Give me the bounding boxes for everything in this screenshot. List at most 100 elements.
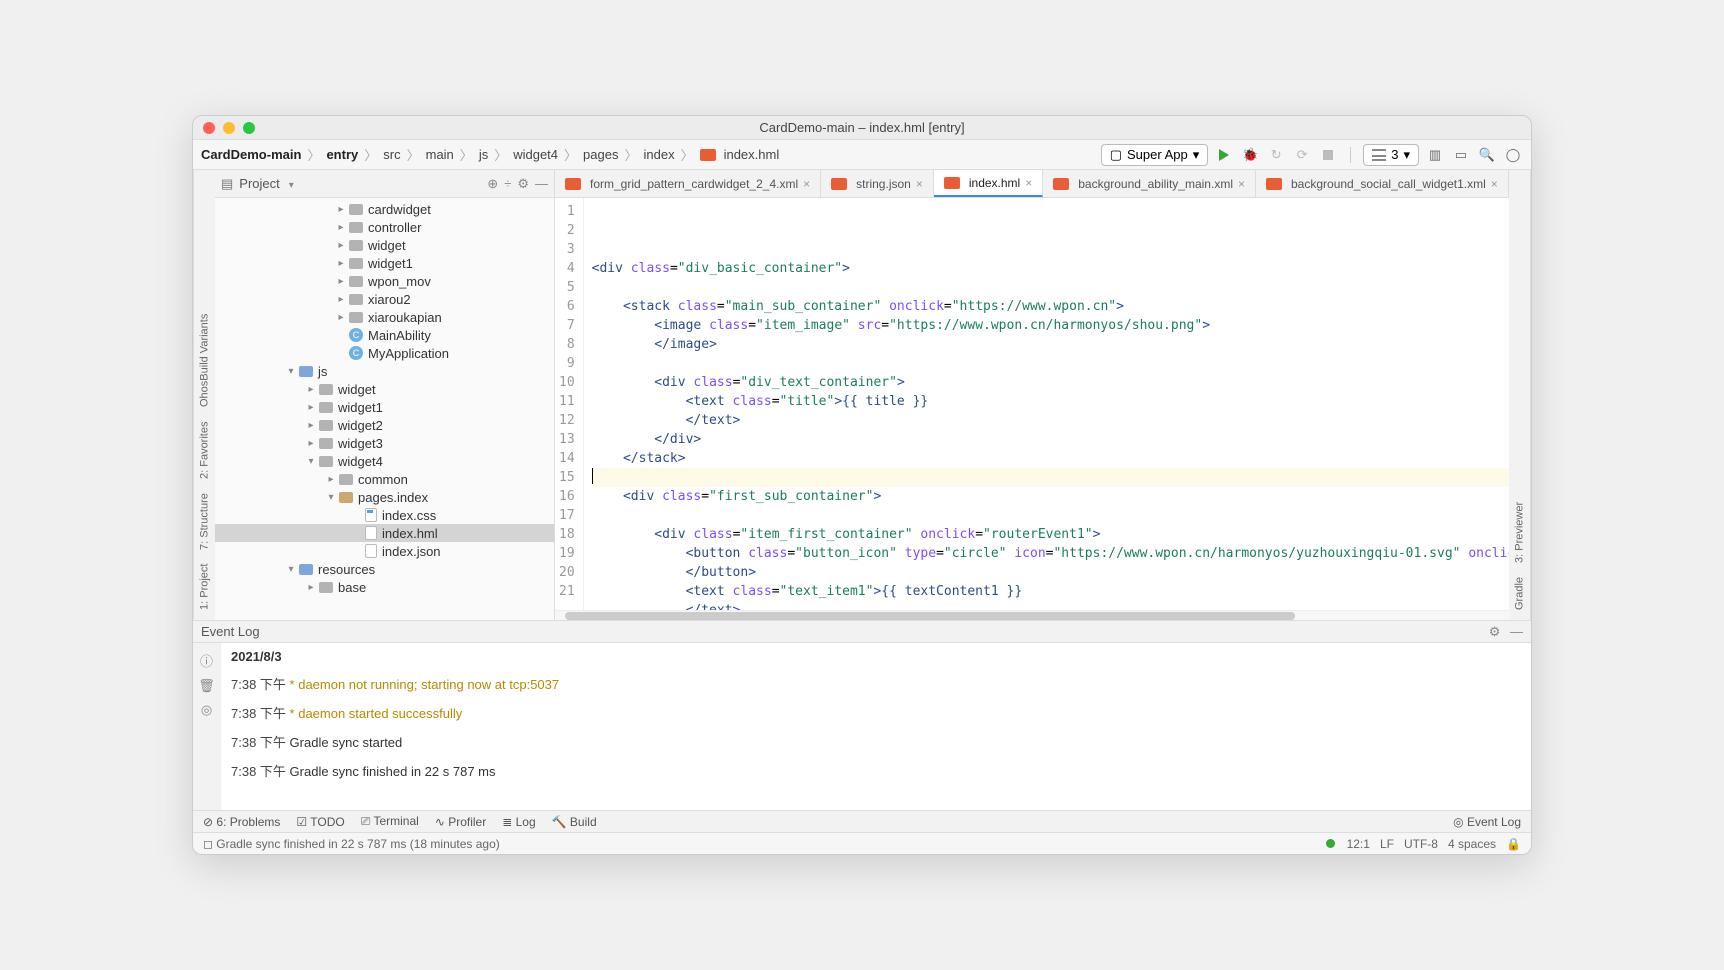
code-content[interactable]: ✔ <div class="div_basic_container"> <sta…: [584, 198, 1509, 610]
folder-icon[interactable]: ▥: [1425, 145, 1445, 165]
collapse-icon[interactable]: —: [535, 176, 548, 192]
code-line[interactable]: <div class="first_sub_container">: [592, 487, 1509, 506]
event-log-content[interactable]: 2021/8/37:38 下午 * daemon not running; st…: [221, 643, 1531, 810]
profile-button[interactable]: ⟳: [1292, 145, 1312, 165]
breadcrumb[interactable]: CardDemo-main〉entry〉src〉main〉js〉widget4〉…: [201, 145, 779, 164]
tree-item[interactable]: ▸controller: [215, 218, 554, 236]
tool-strip-left[interactable]: 1: Project7: Structure2: FavoritesOhosBu…: [193, 170, 215, 620]
bottom-tool-tab[interactable]: ⊘ 6: Problems: [203, 815, 280, 829]
expand-arrow-icon[interactable]: ▸: [335, 240, 347, 251]
event-log-tab[interactable]: ◎ Event Log: [1453, 815, 1521, 829]
tree-item[interactable]: ▸wpon_mov: [215, 272, 554, 290]
code-line[interactable]: </stack>: [592, 449, 1509, 468]
tool-strip-item[interactable]: 7: Structure: [199, 493, 211, 550]
expand-arrow-icon[interactable]: ▸: [305, 582, 317, 593]
editor-tab[interactable]: background_ability_main.xml×: [1043, 170, 1256, 197]
code-line[interactable]: <text class="title">{{ title }}: [592, 392, 1509, 411]
coverage-button[interactable]: ↻: [1266, 145, 1286, 165]
tree-item[interactable]: ▸CMyApplication: [215, 344, 554, 362]
code-line[interactable]: </button>: [592, 563, 1509, 582]
tree-item[interactable]: ▸widget2: [215, 416, 554, 434]
tree-item[interactable]: ▸widget1: [215, 254, 554, 272]
breadcrumb-item[interactable]: pages: [583, 147, 618, 162]
code-line[interactable]: <stack class="main_sub_container" onclic…: [592, 297, 1509, 316]
code-line[interactable]: <button class="button_icon" type="circle…: [592, 544, 1509, 563]
close-tab-icon[interactable]: ×: [1238, 177, 1245, 191]
code-line[interactable]: <text class="text_item1">{{ textContent1…: [592, 582, 1509, 601]
user-icon[interactable]: ◯: [1503, 145, 1523, 165]
editor-tab[interactable]: form_grid_pattern_cardwidget_2_4.xml×: [555, 170, 821, 197]
breadcrumb-item[interactable]: src: [383, 147, 400, 162]
tree-item[interactable]: ▸index.json: [215, 542, 554, 560]
info-icon[interactable]: ⓘ: [200, 651, 213, 670]
bottom-tool-tab[interactable]: ☑ TODO: [296, 815, 344, 829]
editor-tab[interactable]: index.hml×: [934, 170, 1043, 197]
expand-arrow-icon[interactable]: ▸: [335, 294, 347, 305]
bottom-tool-tab[interactable]: 🔨 Build: [552, 815, 597, 829]
close-tab-icon[interactable]: ×: [1025, 176, 1032, 190]
code-line[interactable]: </image>: [592, 335, 1509, 354]
tree-item[interactable]: ▸CMainAbility: [215, 326, 554, 344]
code-line[interactable]: [592, 278, 1509, 297]
code-line[interactable]: [592, 506, 1509, 525]
breadcrumb-item[interactable]: index.hml: [724, 147, 780, 162]
run-config-selector[interactable]: ▢ Super App ▾: [1101, 144, 1209, 166]
tree-item[interactable]: ▸common: [215, 470, 554, 488]
gear-icon[interactable]: ⚙: [517, 176, 529, 192]
run-button[interactable]: [1214, 145, 1234, 165]
breadcrumb-item[interactable]: widget4: [513, 147, 558, 162]
line-separator[interactable]: LF: [1380, 837, 1394, 851]
collapse-icon[interactable]: —: [1510, 624, 1523, 639]
expand-arrow-icon[interactable]: ▸: [335, 312, 347, 323]
close-tab-icon[interactable]: ×: [916, 177, 923, 191]
tree-item[interactable]: ▾pages.index: [215, 488, 554, 506]
bottom-tool-tab[interactable]: ∿ Profiler: [435, 815, 486, 829]
code-line[interactable]: </text>: [592, 601, 1509, 610]
code-line[interactable]: <div class="div_basic_container">: [592, 259, 1509, 278]
close-tab-icon[interactable]: ×: [1491, 177, 1498, 191]
code-line[interactable]: <div class="item_first_container" onclic…: [592, 525, 1509, 544]
code-line[interactable]: <div class="div_text_container">: [592, 373, 1509, 392]
tree-item[interactable]: ▸widget3: [215, 434, 554, 452]
project-tree[interactable]: ▸cardwidget▸controller▸widget▸widget1▸wp…: [215, 198, 554, 620]
debug-button[interactable]: 🐞: [1240, 145, 1260, 165]
tree-item[interactable]: ▸widget: [215, 236, 554, 254]
tool-strip-right[interactable]: Gradle3: Previewer: [1509, 170, 1531, 620]
breadcrumb-item[interactable]: entry: [326, 147, 358, 162]
expand-arrow-icon[interactable]: ▸: [325, 474, 337, 485]
search-icon[interactable]: 🔍: [1477, 145, 1497, 165]
tree-item[interactable]: ▸index.hml: [215, 524, 554, 542]
filter-icon[interactable]: ÷: [504, 176, 511, 192]
editor-tab[interactable]: background_social_call_widget1.xml×: [1256, 170, 1509, 197]
code-line[interactable]: [592, 354, 1509, 373]
code-editor[interactable]: 123456789101112131415161718192021 ✔ <div…: [555, 198, 1509, 610]
screen-icon[interactable]: ▭: [1451, 145, 1471, 165]
indent-spec[interactable]: 4 spaces: [1448, 837, 1496, 851]
caret-position[interactable]: 12:1: [1347, 837, 1370, 851]
expand-arrow-icon[interactable]: ▸: [305, 384, 317, 395]
code-line[interactable]: </div>: [592, 430, 1509, 449]
tree-item[interactable]: ▾js: [215, 362, 554, 380]
code-line[interactable]: </text>: [592, 411, 1509, 430]
tool-strip-item[interactable]: Gradle: [1514, 577, 1526, 610]
editor-tab[interactable]: string.json×: [821, 170, 934, 197]
tool-strip-item[interactable]: 1: Project: [199, 564, 211, 610]
expand-arrow-icon[interactable]: ▾: [305, 456, 317, 467]
lock-icon[interactable]: 🔒: [1506, 837, 1521, 851]
gear-icon[interactable]: ⚙: [1489, 624, 1501, 639]
tool-strip-item[interactable]: OhosBuild Variants: [199, 314, 211, 407]
breadcrumb-item[interactable]: main: [426, 147, 454, 162]
tree-item[interactable]: ▸index.css: [215, 506, 554, 524]
expand-arrow-icon[interactable]: ▸: [305, 402, 317, 413]
stop-button[interactable]: [1318, 145, 1338, 165]
code-line[interactable]: [592, 468, 1509, 487]
bottom-tool-tab[interactable]: ≣ Log: [502, 815, 535, 829]
close-tab-icon[interactable]: ×: [803, 177, 810, 191]
expand-arrow-icon[interactable]: ▾: [285, 564, 297, 575]
expand-arrow-icon[interactable]: ▾: [285, 366, 297, 377]
expand-arrow-icon[interactable]: ▸: [305, 420, 317, 431]
tree-item[interactable]: ▸widget: [215, 380, 554, 398]
bottom-tool-tab[interactable]: ⎚ Terminal: [361, 814, 419, 829]
expand-arrow-icon[interactable]: ▸: [305, 438, 317, 449]
breadcrumb-item[interactable]: index: [643, 147, 674, 162]
